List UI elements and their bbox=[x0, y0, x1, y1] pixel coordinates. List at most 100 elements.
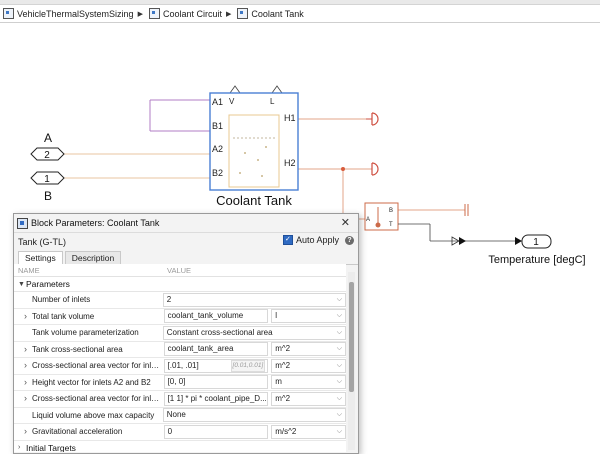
param-name: Cross-sectional area vector for inlets .… bbox=[14, 361, 160, 370]
help-icon[interactable]: ? bbox=[345, 235, 354, 245]
reference-block[interactable] bbox=[464, 204, 469, 216]
thermal-connections bbox=[149, 99, 210, 132]
param-value-input[interactable]: [.01, .01] [0.01,0.01] bbox=[163, 358, 269, 373]
temperature-sensor-block[interactable]: A B T bbox=[364, 202, 399, 231]
chevron-down-icon: ⌵ bbox=[336, 295, 342, 303]
unit-dropdown[interactable]: m ⌵ bbox=[271, 375, 346, 390]
block-name-label: Coolant Tank bbox=[216, 193, 292, 208]
param-value: coolant_tank_area bbox=[167, 344, 234, 354]
unit-value: m^2 bbox=[275, 393, 291, 403]
chevron-down-icon: ⌵ bbox=[336, 361, 343, 369]
unit-dropdown[interactable]: m^2 ⌵ bbox=[271, 358, 346, 373]
param-value-input[interactable]: coolant_tank_volume bbox=[163, 309, 269, 324]
port-label-v: V bbox=[229, 97, 235, 106]
section-parameters[interactable]: ▼ Parameters bbox=[14, 277, 346, 292]
breadcrumb-item-vehicle[interactable]: VehicleThermalSystemSizing bbox=[3, 8, 134, 19]
output-signal-line bbox=[398, 223, 522, 246]
table-row: Height vector for inlets A2 and B2 [0, 0… bbox=[14, 375, 346, 391]
port-label-b2: B2 bbox=[212, 168, 223, 178]
table-row: Tank volume parameterization Constant cr… bbox=[14, 325, 346, 342]
chevron-down-icon: ⌵ bbox=[336, 345, 343, 353]
param-name: Total tank volume bbox=[14, 312, 160, 321]
unit-value: l bbox=[275, 311, 278, 321]
subsystem-icon bbox=[148, 8, 160, 19]
unit-dropdown[interactable]: m/s^2 ⌵ bbox=[271, 424, 346, 439]
param-value-input[interactable]: [1 1] * pi * coolant_pipe_D... bbox=[163, 391, 269, 406]
port-b-label: B bbox=[44, 189, 52, 203]
breadcrumb-item-coolant-circuit[interactable]: Coolant Circuit bbox=[148, 8, 222, 19]
tab-settings[interactable]: Settings bbox=[18, 251, 63, 264]
port-a-label: A bbox=[44, 131, 52, 145]
table-row: Cross-sectional area vector for inlets .… bbox=[14, 358, 346, 375]
table-row: Gravitational acceleration 0 m/s^2 ⌵ bbox=[14, 424, 346, 441]
chevron-down-icon: ▼ bbox=[18, 280, 25, 288]
inport-number: 2 bbox=[44, 150, 50, 161]
model-icon bbox=[3, 8, 14, 19]
param-name: Tank volume parameterization bbox=[32, 328, 139, 338]
param-value: [0, 0] bbox=[167, 377, 186, 387]
param-value-dropdown[interactable]: Constant cross-sectional area ⌵ bbox=[162, 325, 346, 340]
chevron-right-icon: › bbox=[18, 444, 21, 451]
inport-2[interactable]: 2 bbox=[30, 147, 65, 161]
auto-apply-control[interactable]: ✓ Auto Apply ? bbox=[282, 235, 354, 245]
close-icon[interactable]: ✕ bbox=[341, 216, 350, 229]
dialog-title: Block Parameters: Coolant Tank bbox=[31, 218, 160, 228]
inport-1[interactable]: 1 bbox=[30, 171, 65, 185]
param-value: [.01, .01] bbox=[167, 360, 199, 370]
outport-number: 1 bbox=[533, 237, 539, 248]
chevron-down-icon: ⌵ bbox=[336, 411, 342, 419]
param-value: 2 bbox=[166, 294, 172, 304]
sensor-port-a: A bbox=[366, 217, 370, 223]
param-value-input[interactable]: [0, 0] bbox=[163, 375, 269, 390]
param-value-input[interactable]: coolant_tank_area bbox=[163, 342, 269, 357]
block-icon bbox=[17, 217, 28, 229]
column-header: NAME VALUE bbox=[14, 264, 346, 277]
breadcrumb-label: Coolant Circuit bbox=[162, 8, 222, 19]
auto-apply-checkbox[interactable]: ✓ bbox=[282, 235, 293, 245]
chevron-down-icon: ⌵ bbox=[336, 378, 343, 386]
connection-port-h1[interactable] bbox=[366, 112, 379, 126]
unit-value: m^2 bbox=[275, 344, 291, 354]
breadcrumb-item-coolant-tank[interactable]: Coolant Tank bbox=[237, 8, 304, 19]
section-label: Initial Targets bbox=[26, 442, 76, 453]
unit-value: m^2 bbox=[275, 360, 291, 370]
param-value-dropdown[interactable]: 2 ⌵ bbox=[162, 292, 346, 307]
unit-dropdown[interactable]: l ⌵ bbox=[271, 309, 346, 324]
param-name: Gravitational acceleration bbox=[14, 427, 160, 436]
port-label-h1: H1 bbox=[284, 113, 296, 123]
unit-value: m bbox=[275, 377, 282, 387]
param-value-input[interactable]: 0 bbox=[163, 424, 269, 439]
unit-dropdown[interactable]: m^2 ⌵ bbox=[271, 342, 346, 357]
section-label: Parameters bbox=[26, 279, 70, 289]
block-parameters-dialog[interactable]: Block Parameters: Coolant Tank ✕ Tank (G… bbox=[13, 213, 359, 454]
dialog-title-bar[interactable]: Block Parameters: Coolant Tank ✕ bbox=[14, 214, 358, 232]
port-label-b1: B1 bbox=[212, 121, 223, 131]
param-name: Liquid volume above max capacity bbox=[32, 410, 155, 420]
table-row: Liquid volume above max capacity None ⌵ bbox=[14, 408, 346, 424]
section-initial-targets[interactable]: › Initial Targets bbox=[14, 441, 346, 453]
column-name-header: NAME bbox=[18, 265, 40, 275]
column-value-header: VALUE bbox=[167, 265, 192, 275]
table-row: Total tank volume coolant_tank_volume l⌵ bbox=[14, 309, 346, 325]
vertical-scrollbar[interactable] bbox=[348, 272, 355, 450]
table-row: Number of inlets 2 ⌵ bbox=[14, 292, 346, 309]
chevron-right-icon: ▶ bbox=[225, 10, 232, 18]
table-row: Cross-sectional area vector for inlets .… bbox=[14, 391, 346, 408]
param-value: Constant cross-sectional area bbox=[166, 327, 273, 337]
chevron-right-icon: ▶ bbox=[137, 10, 143, 18]
outport-1[interactable]: 1 bbox=[521, 234, 552, 249]
param-value: coolant_tank_volume bbox=[167, 311, 244, 321]
param-name: Cross-sectional area vector for inlets .… bbox=[14, 394, 160, 403]
scrollbar-thumb[interactable] bbox=[349, 282, 354, 392]
unit-value: m/s^2 bbox=[275, 426, 297, 436]
connection-port-h2[interactable] bbox=[371, 162, 379, 176]
param-name: Height vector for inlets A2 and B2 bbox=[14, 378, 160, 387]
unit-dropdown[interactable]: m^2 ⌵ bbox=[271, 391, 346, 406]
param-value: None bbox=[166, 410, 186, 420]
param-value: 0 bbox=[167, 426, 173, 436]
coolant-tank-block[interactable]: A1 B1 A2 B2 H1 H2 V L bbox=[209, 92, 299, 191]
port-label-l: L bbox=[270, 97, 275, 106]
param-name: Tank cross-sectional area bbox=[14, 345, 160, 354]
param-value-dropdown[interactable]: None ⌵ bbox=[162, 408, 346, 423]
tab-description[interactable]: Description bbox=[64, 251, 122, 264]
